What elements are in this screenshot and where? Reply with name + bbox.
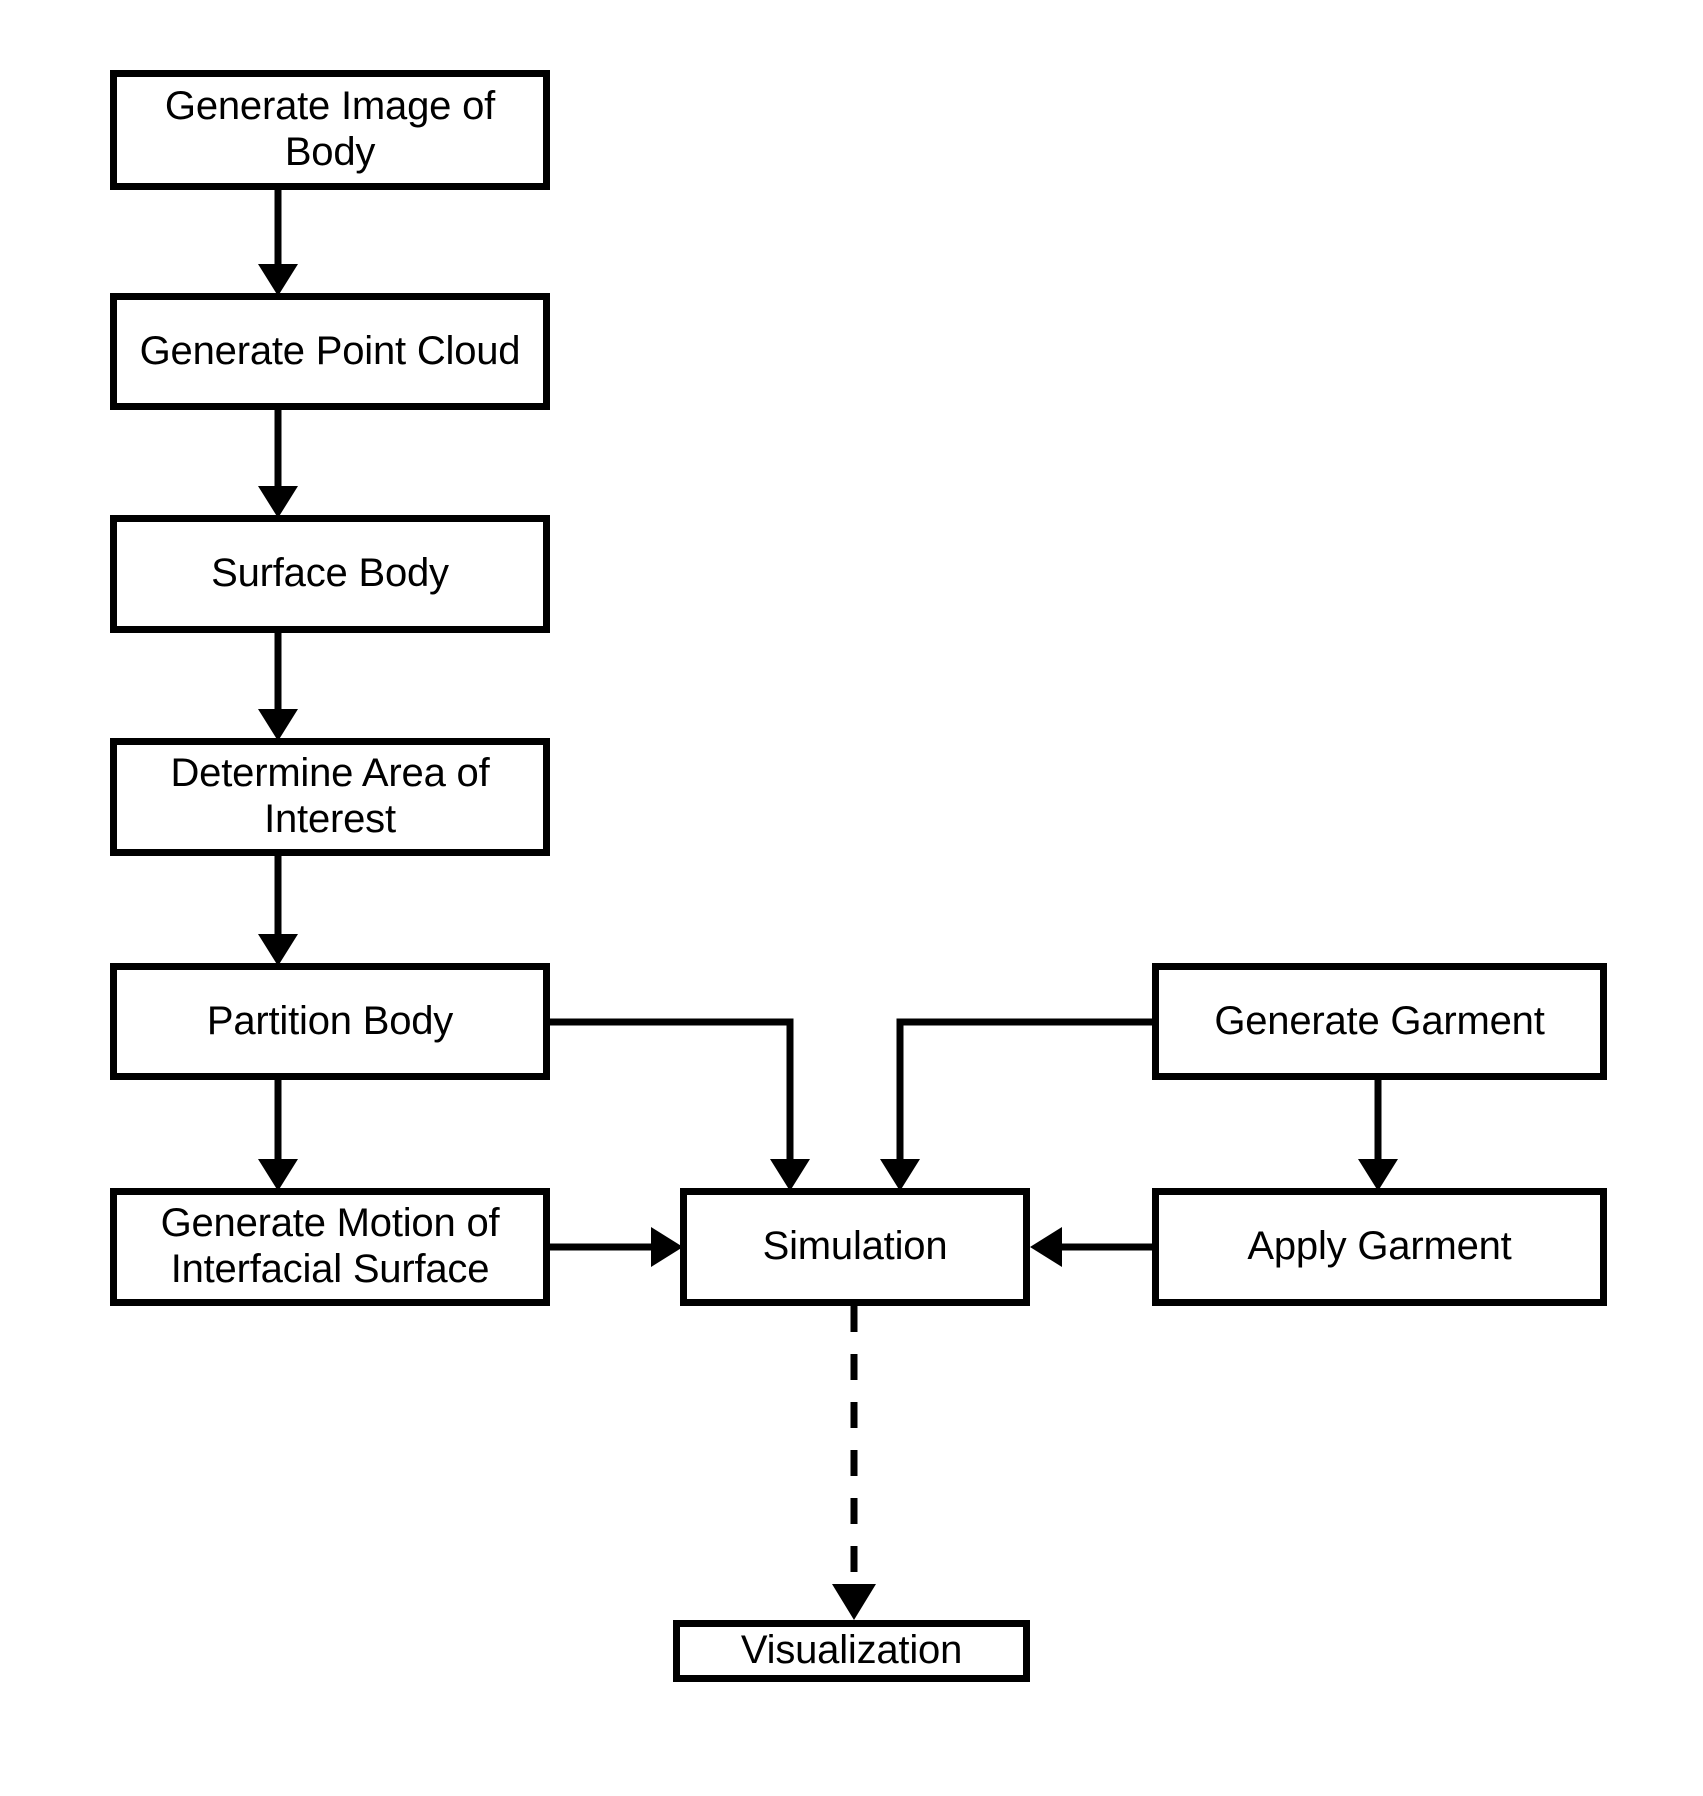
node-label: Determine Area of Interest: [170, 751, 490, 841]
node-generate-image-of-body[interactable]: Generate Image of Body: [110, 70, 550, 190]
node-generate-point-cloud[interactable]: Generate Point Cloud: [110, 293, 550, 410]
node-label: Generate Point Cloud: [139, 328, 521, 373]
node-label: Generate Garment: [1214, 998, 1545, 1043]
edge-surface-to-area: [258, 633, 298, 741]
edge-garment-to-simulation: [880, 1018, 1152, 1191]
node-simulation[interactable]: Simulation: [680, 1188, 1030, 1306]
node-label: Surface Body: [211, 551, 449, 596]
flowchart-connectors: [258, 190, 1398, 1620]
node-determine-area-of-interest[interactable]: Determine Area of Interest: [110, 738, 550, 856]
edge-partition-to-simulation: [550, 1018, 810, 1191]
edge-image-to-pointcloud: [258, 190, 298, 296]
edge-simulation-to-visualization: [832, 1306, 876, 1620]
flowchart-diagram: Generate Image of Body Generate Point Cl…: [0, 0, 1703, 1796]
node-label: Generate Image of Body: [164, 84, 496, 174]
node-label: Visualization: [740, 1628, 963, 1673]
node-visualization[interactable]: Visualization: [673, 1620, 1030, 1682]
edge-apply-to-simulation: [1030, 1227, 1152, 1267]
node-partition-body[interactable]: Partition Body: [110, 963, 550, 1080]
edge-motion-to-simulation: [550, 1227, 683, 1267]
node-label: Apply Garment: [1247, 1224, 1512, 1269]
node-label: Simulation: [762, 1224, 948, 1269]
edge-area-to-partition: [258, 856, 298, 966]
edge-partition-to-motion: [258, 1080, 298, 1191]
node-generate-garment[interactable]: Generate Garment: [1152, 963, 1607, 1080]
node-label: Generate Motion of Interfacial Surface: [160, 1201, 500, 1291]
node-label: Partition Body: [206, 998, 454, 1043]
node-surface-body[interactable]: Surface Body: [110, 515, 550, 633]
node-apply-garment[interactable]: Apply Garment: [1152, 1188, 1607, 1306]
node-generate-motion-of-interfacial-surface[interactable]: Generate Motion of Interfacial Surface: [110, 1188, 550, 1306]
edge-pointcloud-to-surface: [258, 410, 298, 518]
edge-garment-to-apply: [1358, 1080, 1398, 1191]
